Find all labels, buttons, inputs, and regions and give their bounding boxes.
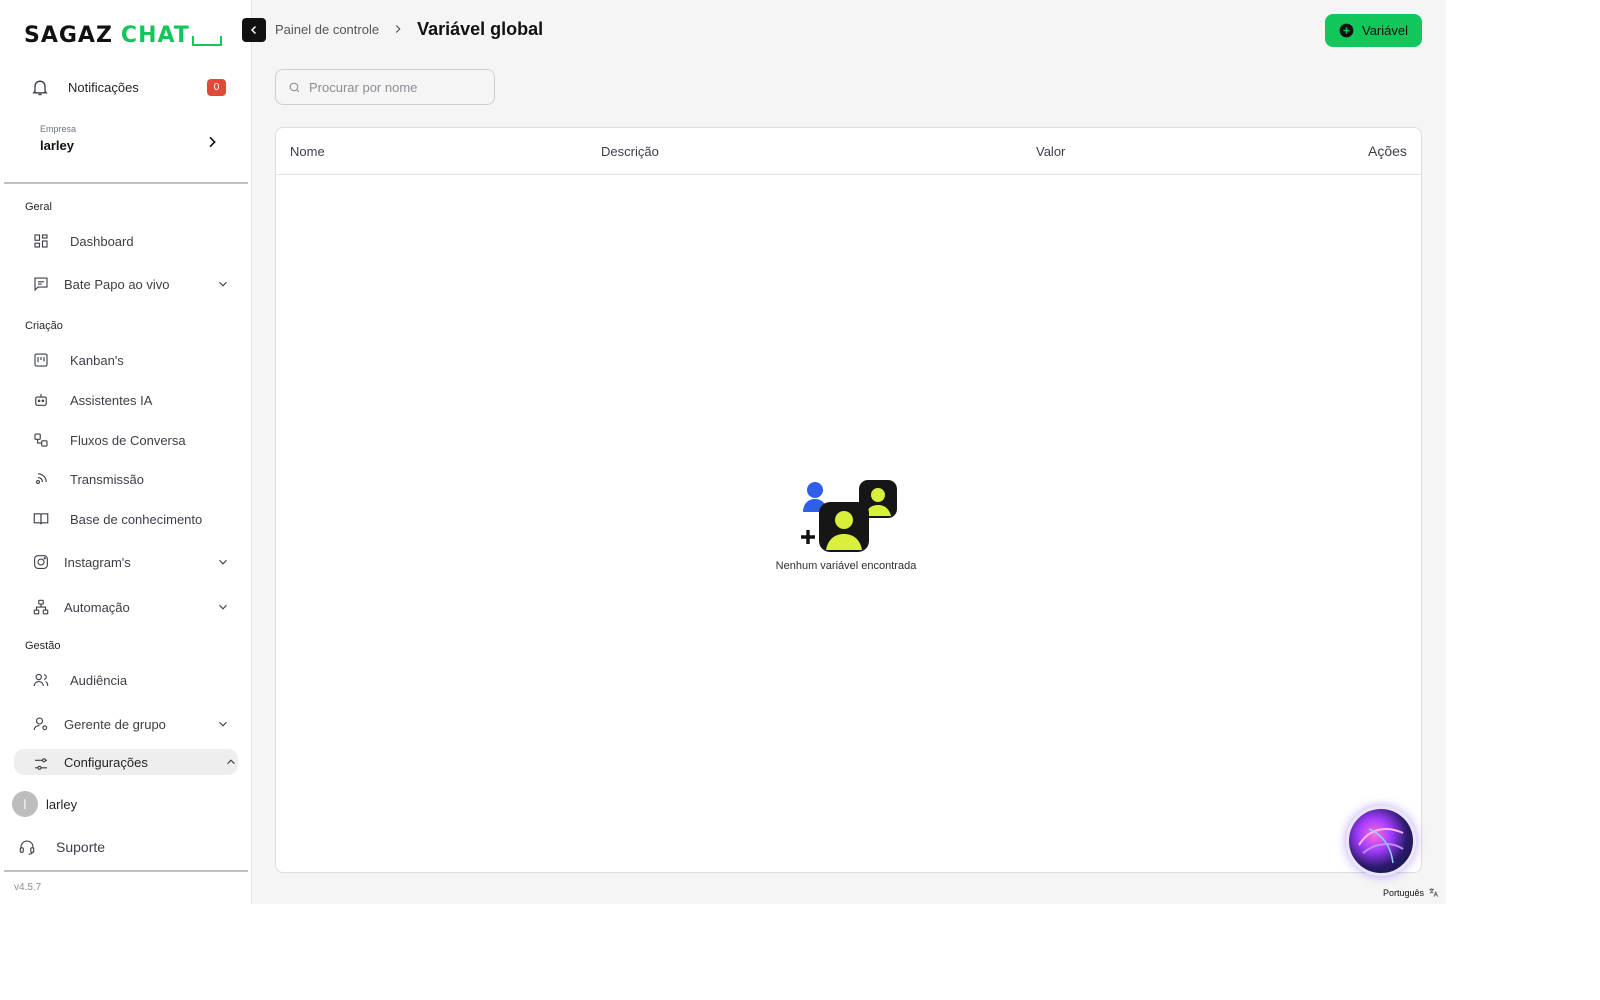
sitemap-icon: [33, 599, 49, 615]
grid-icon: [34, 234, 48, 248]
chevron-right-icon: [395, 25, 401, 33]
empty-state-message: Nenhum variável encontrada: [775, 560, 917, 572]
user-profile[interactable]: l larley: [12, 791, 77, 817]
chevron-right-icon: [209, 136, 216, 148]
empty-users-illustration-icon: [801, 480, 897, 552]
user-gear-icon: [33, 717, 48, 731]
support-link[interactable]: Suporte: [18, 838, 105, 856]
sidebar-item-dashboard[interactable]: Dashboard: [32, 228, 230, 254]
flow-icon: [34, 433, 48, 447]
empty-state: Nenhum variável encontrada: [746, 476, 946, 572]
ai-orb-icon: [1358, 828, 1404, 864]
sidebar-item-knowledge[interactable]: Base de conhecimento: [32, 506, 230, 532]
sidebar-item-label: Kanban's: [70, 352, 124, 368]
sidebar-item-label: Fluxos de Conversa: [70, 432, 186, 448]
column-header-value: Valor: [1036, 144, 1066, 159]
kanban-icon: [34, 353, 48, 367]
sidebar-item-kanban[interactable]: Kanban's: [32, 347, 230, 373]
notifications-count-badge: 0: [207, 78, 226, 96]
sidebar-item-flows[interactable]: Fluxos de Conversa: [32, 427, 230, 453]
translate-icon: [1429, 888, 1439, 897]
sidebar-item-label: Instagram's: [64, 554, 131, 570]
company-switcher[interactable]: Empresa larley: [40, 124, 220, 160]
section-gestao: Gestão: [25, 640, 61, 652]
chevron-down-icon: [219, 281, 227, 287]
users-icon: [33, 673, 49, 687]
column-header-name: Nome: [290, 144, 325, 159]
sidebar-item-settings[interactable]: Configurações: [14, 749, 238, 775]
user-name: larley: [46, 796, 78, 812]
breadcrumb: Painel de controle Variável global: [275, 16, 543, 42]
add-variable-button[interactable]: Variável: [1325, 14, 1422, 47]
column-header-description: Descrição: [601, 144, 659, 159]
notifications-button[interactable]: Notificações 0: [30, 74, 226, 100]
app-window: SAGAZ CHAT Notificações 0 Empresa larley…: [0, 0, 1446, 904]
chevron-up-icon: [227, 759, 235, 765]
sidebar-item-label: Assistentes IA: [70, 392, 153, 408]
robot-icon: [35, 394, 47, 406]
plus-circle-icon: [1339, 23, 1354, 38]
brand-mark-icon: [191, 36, 222, 46]
company-caption: Empresa: [40, 124, 77, 134]
sidebar-item-broadcast[interactable]: Transmissão: [32, 466, 230, 492]
sidebar-item-assistants[interactable]: Assistentes IA: [32, 387, 230, 413]
sidebar-item-livechat[interactable]: Bate Papo ao vivo: [32, 271, 230, 297]
brand-logo[interactable]: SAGAZ CHAT: [24, 20, 222, 50]
sidebar-item-groups[interactable]: Gerente de grupo: [32, 711, 230, 737]
search-box: [275, 69, 495, 105]
avatar: l: [12, 791, 38, 817]
page-title: Variável global: [417, 18, 544, 39]
chevron-down-icon: [219, 559, 227, 565]
sidebar-item-label: Transmissão: [70, 471, 144, 487]
add-variable-label: Variável: [1361, 23, 1408, 38]
variables-table: Nome Descrição Valor Ações Nenhum variáv…: [275, 127, 1422, 873]
sidebar-item-label: Dashboard: [70, 233, 134, 249]
message-icon: [34, 277, 48, 292]
column-header-actions: Ações: [1368, 143, 1407, 159]
sidebar-divider: [4, 182, 248, 184]
brand-part2: CHAT: [120, 22, 190, 48]
chevron-down-icon: [219, 604, 227, 610]
sidebar-item-automation[interactable]: Automação: [32, 594, 230, 620]
ai-assistant-button[interactable]: [1346, 806, 1416, 876]
book-icon: [33, 513, 49, 525]
breadcrumb-root-link[interactable]: Painel de controle: [275, 22, 379, 37]
chevron-left-icon: [250, 25, 257, 35]
app-version: v4.5.7: [14, 882, 42, 893]
table-header: Nome Descrição Valor Ações: [276, 128, 1421, 175]
chevron-down-icon: [219, 721, 227, 727]
sidebar-item-audience[interactable]: Audiência: [32, 667, 230, 693]
bell-icon: [32, 80, 48, 96]
collapse-sidebar-button[interactable]: [242, 18, 266, 42]
sidebar-item-label: Bate Papo ao vivo: [64, 276, 170, 292]
company-name: larley: [40, 138, 74, 153]
sliders-icon: [35, 758, 47, 770]
sidebar-bottom-divider: [4, 870, 248, 872]
section-geral: Geral: [25, 201, 52, 213]
brand-part1: SAGAZ: [24, 22, 113, 48]
notifications-label: Notificações: [68, 79, 139, 95]
support-label: Suporte: [56, 839, 106, 855]
broadcast-icon: [35, 473, 47, 485]
sidebar-item-label: Gerente de grupo: [64, 716, 166, 732]
sidebar-item-instagram[interactable]: Instagram's: [32, 549, 230, 575]
sidebar-item-label: Base de conhecimento: [70, 511, 203, 527]
language-selector[interactable]: Português: [1383, 887, 1439, 898]
search-input[interactable]: [309, 79, 479, 95]
headset-icon: [19, 840, 35, 855]
sidebar: SAGAZ CHAT Notificações 0 Empresa larley…: [0, 0, 252, 904]
section-criacao: Criação: [25, 320, 63, 332]
sidebar-item-label: Audiência: [70, 672, 128, 688]
sidebar-item-label: Configurações: [64, 755, 148, 770]
sidebar-item-label: Automação: [64, 599, 130, 615]
instagram-icon: [34, 555, 48, 569]
search-icon: [289, 82, 300, 92]
language-label: Português: [1383, 887, 1425, 898]
